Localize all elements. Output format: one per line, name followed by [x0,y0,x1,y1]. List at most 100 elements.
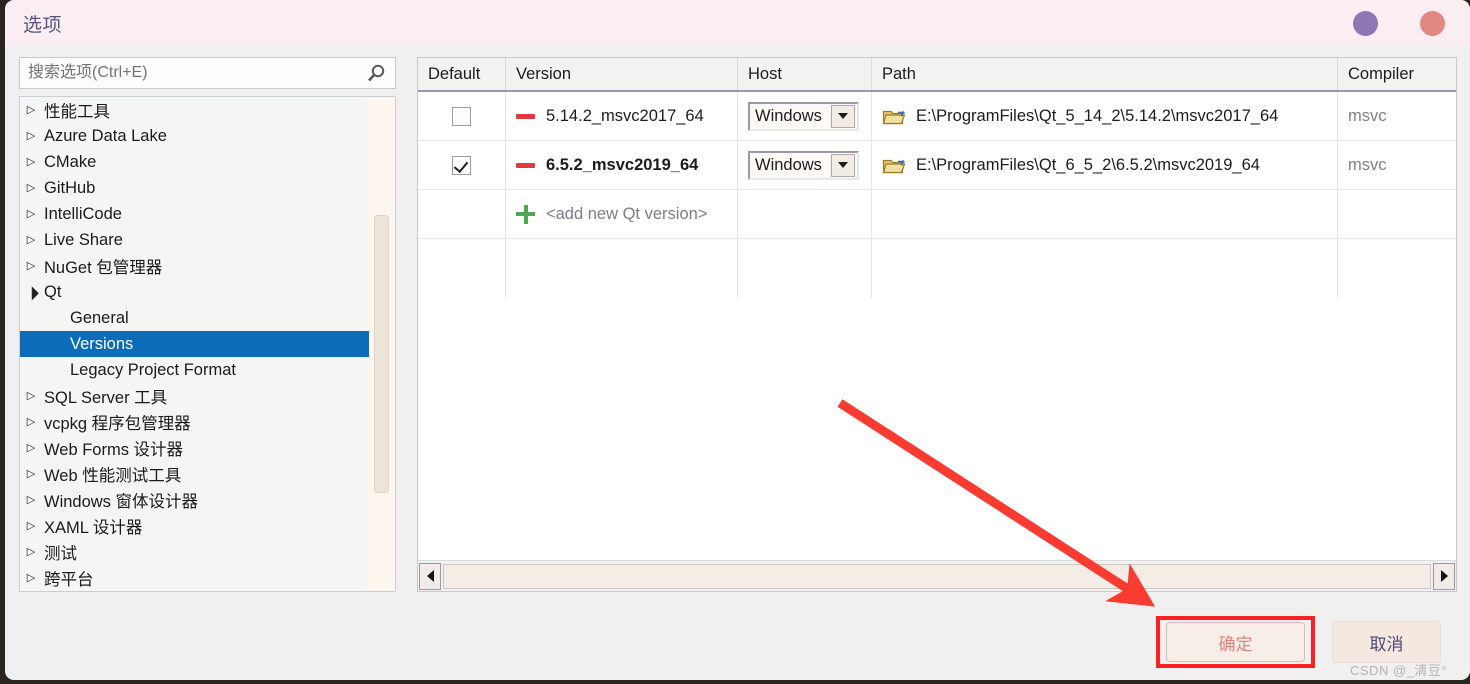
table-empty-area [418,239,1456,560]
cancel-button[interactable]: 取消 [1332,621,1441,663]
sidebar-item-web[interactable]: ▷ Web 性能测试工具 [20,461,369,487]
default-cell[interactable] [418,141,506,189]
tree-scrollbar-thumb[interactable] [374,215,389,493]
table-horizontal-scrollbar[interactable] [418,560,1456,591]
sidebar-item-[interactable]: ▷ 跨平台 [20,565,369,591]
column-header-path[interactable]: Path [872,58,1338,90]
column-header-default[interactable]: Default [418,58,506,90]
sidebar-item-web-forms[interactable]: ▷ Web Forms 设计器 [20,435,369,461]
open-folder-icon[interactable] [882,155,906,175]
search-input[interactable] [20,59,350,87]
chevron-right-icon[interactable]: ▷ [20,104,42,116]
sidebar-item-intellicode[interactable]: ▷ IntelliCode [20,201,369,227]
ok-button[interactable]: 确定 [1166,622,1305,662]
path-cell[interactable]: E:\ProgramFiles\Qt_6_5_2\6.5.2\msvc2019_… [872,141,1338,189]
sidebar-item-label: IntelliCode [44,204,122,223]
sidebar-item-label: NuGet 包管理器 [44,259,163,277]
sidebar-item-versions[interactable]: Versions [20,331,369,357]
chevron-right-icon[interactable]: ▷ [20,156,42,168]
chevron-right-icon[interactable]: ▷ [20,572,42,584]
table-header-row: Default Version Host Path Compiler [418,58,1456,92]
sidebar-item-[interactable]: ▷ 测试 [20,539,369,565]
chevron-right-icon[interactable]: ▷ [20,208,42,220]
chevron-right-icon[interactable]: ▷ [20,390,42,402]
table-row[interactable]: 5.14.2_msvc2017_64 Windows E:\ProgramFil… [418,92,1456,141]
version-cell[interactable]: 5.14.2_msvc2017_64 [506,92,738,140]
chevron-right-icon[interactable]: ▷ [20,234,42,246]
minimize-circle-icon[interactable] [1353,11,1378,36]
path-cell[interactable]: E:\ProgramFiles\Qt_5_14_2\5.14.2\msvc201… [872,92,1338,140]
chevron-right-icon[interactable]: ▷ [20,442,42,454]
default-cell [418,190,506,238]
host-value: Windows [755,106,822,125]
sidebar-item-qt[interactable]: ◢ Qt [20,279,369,305]
chevron-right-icon[interactable]: ▷ [20,130,42,142]
open-folder-icon[interactable] [882,106,906,126]
sidebar-item-xaml[interactable]: ▷ XAML 设计器 [20,513,369,539]
host-cell[interactable]: Windows [738,141,872,189]
triangle-right-icon[interactable] [1433,562,1455,590]
sidebar-item-label: General [70,308,129,327]
options-tree[interactable]: ▷ 性能工具 ▷ Azure Data Lake ▷ CMake ▷ GitHub ▷ Intel… [19,96,396,592]
sidebar-item-label: SQL Server 工具 [44,389,168,407]
sidebar-item-sql-server[interactable]: ▷ SQL Server 工具 [20,383,369,409]
plus-icon[interactable] [516,204,535,224]
column-header-compiler[interactable]: Compiler [1338,58,1456,90]
sidebar-item-label: Legacy Project Format [70,360,236,379]
chevron-down-icon[interactable]: ◢ [20,280,43,305]
tree-scrollbar-track[interactable] [367,97,395,591]
version-cell[interactable]: 6.5.2_msvc2019_64 [506,141,738,189]
sidebar-item-legacy-project-format[interactable]: Legacy Project Format [20,357,369,383]
default-checkbox[interactable] [452,106,471,126]
sidebar-item-label: Azure Data Lake [44,126,167,145]
host-select[interactable]: Windows [748,101,859,131]
host-value: Windows [755,155,822,174]
search-icon[interactable] [365,63,387,85]
column-header-host[interactable]: Host [738,58,872,90]
sidebar-item-nuget[interactable]: ▷ NuGet 包管理器 [20,253,369,279]
filler-col-default [418,239,506,298]
default-cell[interactable] [418,92,506,140]
version-label: 5.14.2_msvc2017_64 [546,106,704,125]
chevron-right-icon[interactable]: ▷ [20,520,42,532]
chevron-down-icon[interactable] [831,104,855,128]
sidebar-item-azure-data-lake[interactable]: ▷ Azure Data Lake [20,123,369,149]
sidebar-item-label: Live Share [44,230,123,249]
search-box[interactable] [19,57,396,89]
chevron-right-icon[interactable]: ▷ [20,468,42,480]
chevron-right-icon[interactable]: ▷ [20,546,42,558]
sidebar-item-label: Versions [70,334,134,353]
host-cell[interactable]: Windows [738,92,872,140]
default-checkbox[interactable] [452,155,471,175]
sidebar-item-vcpkg[interactable]: ▷ vcpkg 程序包管理器 [20,409,369,435]
hscrollbar-thumb[interactable] [443,563,1431,589]
sidebar-item-github[interactable]: ▷ GitHub [20,175,369,201]
filler-col-compiler [1338,239,1456,298]
close-circle-icon[interactable] [1420,11,1445,36]
chevron-down-icon[interactable] [831,153,855,177]
sidebar-item-live-share[interactable]: ▷ Live Share [20,227,369,253]
compiler-cell: msvc [1338,141,1456,189]
triangle-left-icon[interactable] [419,562,441,590]
chevron-right-icon[interactable]: ▷ [20,182,42,194]
sidebar-item-label: 跨平台 [44,571,94,589]
sidebar-item-[interactable]: ▷ 性能工具 [20,97,369,123]
column-header-version[interactable]: Version [506,58,738,90]
chevron-right-icon[interactable]: ▷ [20,416,42,428]
add-version-cell[interactable]: <add new Qt version> [506,190,738,238]
sidebar-item-cmake[interactable]: ▷ CMake [20,149,369,175]
table-row[interactable]: 6.5.2_msvc2019_64 Windows E:\ProgramFile… [418,141,1456,190]
sidebar-item-windows[interactable]: ▷ Windows 窗体设计器 [20,487,369,513]
title-bar: 选项 [5,0,1470,45]
chevron-right-icon[interactable]: ▷ [20,260,42,272]
sidebar-item-label: Web 性能测试工具 [44,467,182,485]
remove-version-icon[interactable] [516,162,535,168]
add-version-row[interactable]: <add new Qt version> [418,190,1456,239]
add-version-label: <add new Qt version> [546,204,708,223]
filler-col-path [872,239,1338,298]
path-label: E:\ProgramFiles\Qt_5_14_2\5.14.2\msvc201… [916,106,1279,125]
host-select[interactable]: Windows [748,150,859,180]
chevron-right-icon[interactable]: ▷ [20,494,42,506]
sidebar-item-general[interactable]: General [20,305,369,331]
remove-version-icon[interactable] [516,113,535,119]
